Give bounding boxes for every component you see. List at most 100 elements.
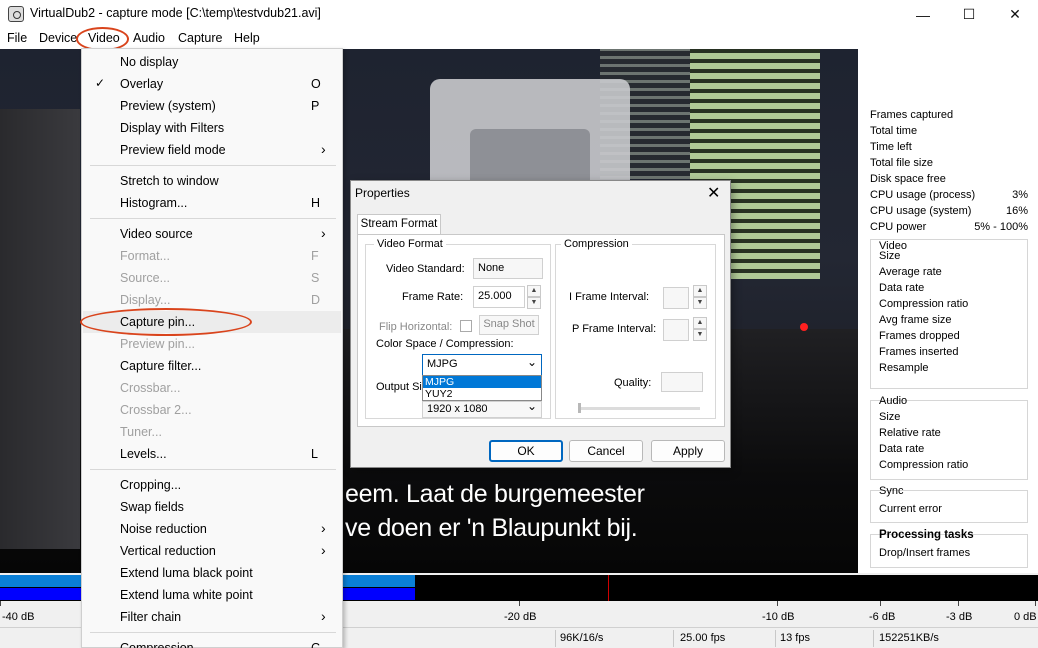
i-frame-up-icon[interactable]: ▲ [693,285,707,297]
meter-label-0: 0 dB [1014,611,1037,623]
close-button[interactable]: ✕ [992,0,1038,29]
menu-item-preview-system[interactable]: Preview (system) P [83,95,341,117]
dialog-close-icon[interactable]: ✕ [707,183,720,203]
menu-item-label: Extend luma black point [120,566,253,580]
ok-button[interactable]: OK [489,440,563,462]
window-title: VirtualDub2 - capture mode [C:\temp\test… [30,6,321,20]
sync-group-title: Sync [879,485,904,497]
sync-current-error: Current error [879,503,942,515]
menu-item-extend-luma-black-point[interactable]: Extend luma black point [83,562,341,584]
audio-stat-item: Size [879,411,901,423]
meter-tick [1035,601,1036,606]
compression-legend: Compression [561,238,632,250]
meter-tick [880,601,881,606]
i-frame-input[interactable] [663,287,689,309]
stat-value: 3% [1012,189,1028,201]
apply-button[interactable]: Apply [651,440,725,462]
menu-item-compression[interactable]: Compression... C [83,637,341,648]
frame-rate-down-icon[interactable]: ▼ [527,297,541,309]
menu-item-label: Preview field mode [120,143,226,157]
minimize-button[interactable]: — [900,0,946,29]
menu-item-format[interactable]: Format... F [83,245,341,267]
menu-item-label: Vertical reduction [120,544,216,558]
p-frame-input[interactable] [663,319,689,341]
output-size-select[interactable]: 1920 x 1080 ⌄ [422,399,542,418]
menu-item-label: Source... [120,271,171,285]
maximize-button[interactable]: ☐ [946,0,992,29]
color-space-label: Color Space / Compression: [376,338,514,350]
dialog-title: Properties [355,186,410,200]
quality-slider-thumb[interactable] [578,403,581,413]
menu-item-preview-pin[interactable]: Preview pin... [83,333,341,355]
status-target-fps: 25.00 fps [680,632,726,644]
frame-rate-input[interactable]: 25.000 [473,286,525,308]
video-standard-field[interactable]: None [473,258,543,279]
menu-item-label: Video source [120,227,193,241]
color-space-option-yuy2[interactable]: YUY2 [423,388,541,400]
statusbar-separator [673,630,674,647]
menu-audio[interactable]: Audio [133,31,165,45]
compression-group: Compression I Frame Interval: ▲ ▼ P Fram… [555,238,716,419]
menu-item-crossbar[interactable]: Crossbar... [83,377,341,399]
tab-stream-format[interactable]: Stream Format [357,214,441,235]
quality-input[interactable] [661,372,703,392]
color-space-select[interactable]: MJPG ⌄ [422,354,542,376]
stat-value: 16% [1005,205,1028,217]
color-space-option-mjpg[interactable]: MJPG [423,376,541,388]
statusbar-separator [555,630,556,647]
i-frame-down-icon[interactable]: ▼ [693,297,707,309]
menu-item-vertical-reduction[interactable]: Vertical reduction › [83,540,341,562]
menu-item-shortcut: H [311,196,321,210]
status-audio-format: 96K/16/s [560,632,604,644]
cancel-button[interactable]: Cancel [569,440,643,462]
menu-item-cropping[interactable]: Cropping... [83,474,341,496]
menu-item-capture-filter[interactable]: Capture filter... [83,355,341,377]
menu-item-crossbar-2[interactable]: Crossbar 2... [83,399,341,421]
capture-stats-panel: Frames captured Total time Time left Total … [858,49,1038,573]
menu-device[interactable]: Device [39,31,77,45]
menu-item-noise-reduction[interactable]: Noise reduction › [83,518,341,540]
meter-tick [958,601,959,606]
p-frame-up-icon[interactable]: ▲ [693,317,707,329]
menu-file[interactable]: File [7,31,27,45]
menu-capture[interactable]: Capture [178,31,222,45]
scene-red-light [800,323,808,331]
menu-separator [90,632,336,633]
menu-item-swap-fields[interactable]: Swap fields [83,496,341,518]
menu-item-label: Capture filter... [120,359,202,373]
menu-item-filter-chain[interactable]: Filter chain › [83,606,341,628]
menu-item-stretch-to-window[interactable]: Stretch to window [83,170,341,192]
menu-item-tuner[interactable]: Tuner... [83,421,341,443]
menu-item-video-source[interactable]: Video source › [83,223,341,245]
processing-drop-insert: Drop/Insert frames [879,547,971,559]
title-bar: VirtualDub2 - capture mode [C:\temp\test… [0,0,1038,29]
menu-item-display[interactable]: Display... D [83,289,341,311]
chevron-down-icon: ⌄ [527,355,538,369]
menu-item-label: Preview pin... [120,337,196,351]
p-frame-down-icon[interactable]: ▼ [693,329,707,341]
flip-horizontal-checkbox[interactable] [460,320,472,332]
meter-label-minus3: -3 dB [946,611,973,623]
menu-item-preview-field-mode[interactable]: Preview field mode › [83,139,341,161]
menu-help[interactable]: Help [234,31,260,45]
menu-item-levels[interactable]: Levels... L [83,443,341,465]
menu-item-display-with-filters[interactable]: Display with Filters [83,117,341,139]
menu-item-source[interactable]: Source... S [83,267,341,289]
meter-tick [0,601,1,606]
menu-item-histogram[interactable]: Histogram... H [83,192,341,214]
menu-item-overlay[interactable]: ✓ Overlay O [83,73,341,95]
processing-group-title: Processing tasks [879,529,974,541]
video-stat-item: Avg frame size [879,314,952,326]
quality-slider-track[interactable] [578,407,700,410]
menu-bar: File Device Video Audio Capture Help [0,29,1038,49]
menu-item-no-display[interactable]: No display [83,51,341,73]
frame-rate-up-icon[interactable]: ▲ [527,285,541,297]
menu-item-label: Format... [120,249,171,263]
output-size-label: Output Si [376,381,422,393]
menu-item-shortcut: D [311,293,321,307]
menu-item-extend-luma-white-point[interactable]: Extend luma white point [83,584,341,606]
video-format-group: Video Format Video Standard: None Frame … [365,238,551,419]
frame-rate-label: Frame Rate: [402,291,464,303]
snap-shot-button[interactable]: Snap Shot [479,315,539,335]
menu-item-shortcut: C [311,641,321,648]
